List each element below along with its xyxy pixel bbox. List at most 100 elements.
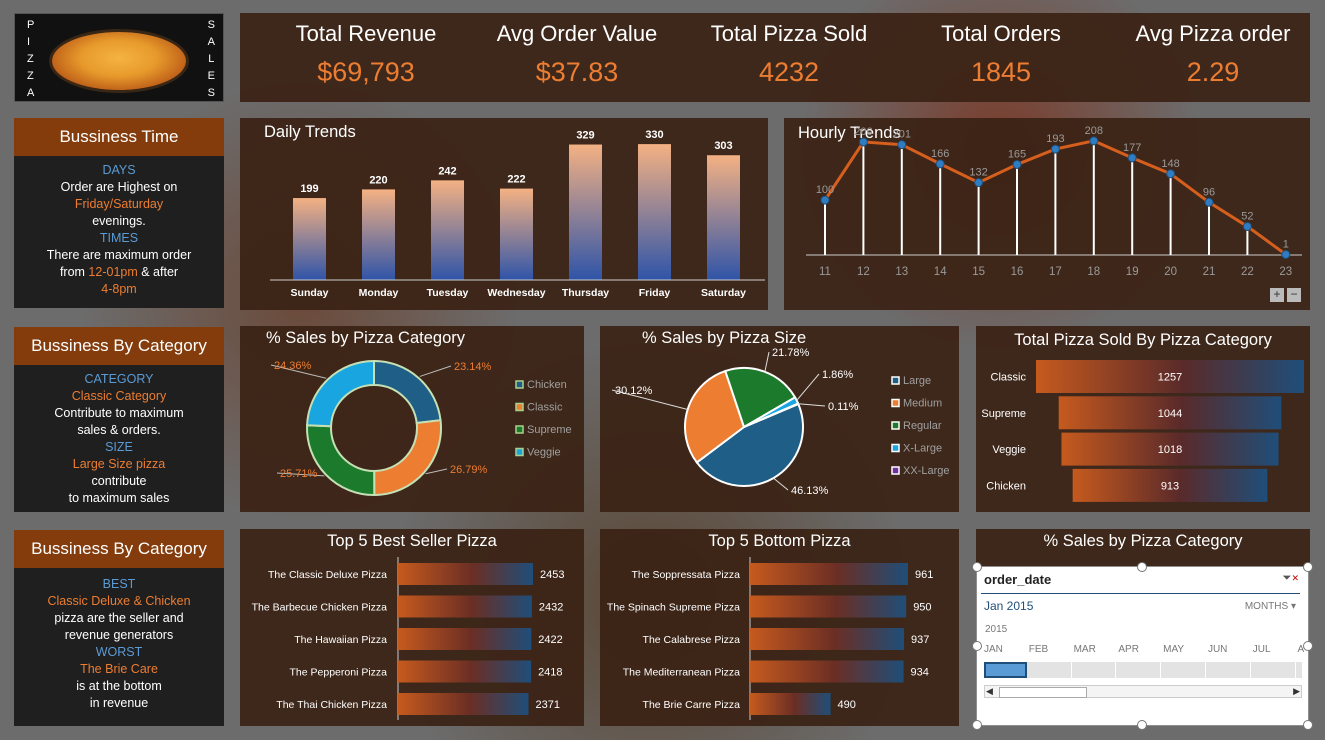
month-cell[interactable] — [1118, 662, 1162, 678]
category-total-panel[interactable]: Total Pizza Sold By Pizza Category 1257 C… — [976, 326, 1310, 512]
kpi-label: Total Orders — [941, 21, 1061, 46]
data-label: 100 — [816, 184, 834, 196]
kpi-label: Total Revenue — [295, 21, 437, 46]
y-tick-label: The Pepperoni Pizza — [290, 667, 388, 679]
brand-letter: Z — [27, 70, 34, 82]
side-body-business-time: DAYS Order are Highest on Friday/Saturda… — [14, 156, 224, 308]
top5-chart: 2453 The Classic Deluxe Pizza 2432 The Barb… — [252, 557, 564, 720]
kpi-value: 2.29 — [1186, 57, 1240, 87]
data-label: 1.86% — [822, 369, 853, 381]
pizza-bar — [398, 628, 532, 650]
size-pct-panel[interactable]: % Sales by Pizza Size 46.13% 30.12% 21.78%… — [600, 326, 959, 512]
kpi-avg-pizza-order: Avg Pizza order 2.29 — [1113, 13, 1313, 88]
clear-filter-icon[interactable]: ⏷✕ — [1283, 572, 1299, 585]
resize-handle[interactable] — [1303, 641, 1313, 651]
zoom-out-button[interactable]: − — [1287, 288, 1301, 302]
daily-trends-panel[interactable]: Daily Trends 199 Sunday 220 Monday 242 Tuesda… — [240, 118, 768, 310]
resize-handle[interactable] — [1303, 720, 1313, 730]
date-timeline-slicer[interactable]: order_date ⏷✕ Jan 2015 MONTHS ▾ 2015 JAN… — [972, 562, 1313, 730]
month-label: APR — [1118, 644, 1139, 655]
scroll-thumb[interactable] — [999, 687, 1087, 698]
resize-handle[interactable] — [1303, 562, 1313, 572]
resize-handle[interactable] — [972, 641, 982, 651]
slicer-field-name: order_date — [984, 572, 1052, 587]
pizza-bar — [750, 660, 904, 683]
month-label: JUL — [1252, 644, 1271, 655]
month-cell[interactable] — [1074, 662, 1117, 678]
hourly-point — [935, 159, 945, 169]
side-title-business-time: Bussiness Time — [14, 118, 224, 156]
kpi-strip: Total Revenue $69,793 Avg Order Value $37.… — [240, 13, 1310, 102]
timeline-scrollbar[interactable]: ◀ ▶ — [984, 685, 1302, 698]
y-tick-label: The Thai Chicken Pizza — [276, 699, 387, 711]
zoom-in-button[interactable]: + — [1270, 288, 1284, 302]
hourly-point — [1089, 136, 1099, 146]
hourly-trends-chart: 1001120612201131661413215165161931720818… — [806, 125, 1302, 278]
data-label: 208 — [1085, 125, 1103, 137]
x-tick-label: 21 — [1203, 266, 1216, 278]
resize-handle[interactable] — [972, 720, 982, 730]
insight-highlight: Classic Deluxe & Chicken — [47, 594, 191, 608]
pizza-bar — [398, 563, 533, 585]
month-cell[interactable] — [1253, 662, 1296, 678]
chevron-down-icon: ▾ — [1290, 601, 1296, 612]
time-level-dropdown[interactable]: MONTHS ▾ — [1245, 601, 1296, 612]
y-tick-label: Veggie — [992, 444, 1026, 456]
leader-line — [419, 365, 452, 377]
x-tick-label: 22 — [1241, 266, 1254, 278]
data-label: 30.12% — [615, 385, 653, 397]
hourly-point — [858, 137, 868, 147]
slicer-year: 2015 — [985, 624, 1008, 635]
pizza-image — [52, 32, 186, 90]
pizza-bar — [398, 660, 532, 683]
category-pct-panel[interactable]: % Sales by Pizza Category 23.14% 26.79% 25… — [240, 326, 584, 512]
insight-text: contribute — [91, 474, 147, 488]
resize-handle[interactable] — [972, 562, 982, 572]
month-cell[interactable] — [1208, 662, 1251, 678]
side-title-best-worst: Bussiness By Category — [14, 530, 224, 568]
brand-letter: S — [207, 19, 215, 31]
resize-handle[interactable] — [1137, 720, 1147, 730]
top5-panel[interactable]: Top 5 Best Seller Pizza 2453 The Classic … — [240, 529, 584, 726]
resize-handle[interactable] — [1137, 562, 1147, 572]
insight-text: is at the bottom — [76, 679, 162, 693]
size-heading: SIZE — [105, 440, 133, 454]
x-tick-label: 23 — [1279, 266, 1292, 278]
data-label: 24.36% — [274, 360, 312, 372]
legend-label: XX-Large — [903, 465, 949, 477]
kpi-label: Avg Order Value — [496, 21, 658, 46]
data-label: 1018 — [1158, 444, 1182, 456]
category-donut-chart: 23.14% 26.79% 25.71% 24.36% Chicken Classic Su… — [270, 359, 572, 497]
scroll-right-arrow[interactable]: ▶ — [1293, 686, 1300, 697]
legend-swatch — [515, 425, 524, 434]
month-cell[interactable] — [1163, 662, 1206, 678]
brand-letter: S — [207, 87, 215, 99]
month-labels: JAN FEB MAR APR MAY JUN JUL A — [984, 644, 1304, 658]
month-cell-selected[interactable] — [984, 662, 1027, 678]
data-label: 23.14% — [454, 361, 492, 373]
x-tick-label: 19 — [1126, 266, 1139, 278]
hourly-trends-panel[interactable]: Hourly Trends 100 11 206 12 201 13 166 14 132 15 1… — [784, 118, 1310, 310]
data-label: 148 — [1161, 158, 1179, 170]
brand-letter: A — [27, 87, 35, 99]
worst-heading: WORST — [95, 645, 143, 659]
data-label: 166 — [931, 148, 949, 160]
insight-text: Contribute to maximum — [54, 406, 184, 420]
month-timeline-bar[interactable] — [984, 662, 1302, 678]
y-tick-label: The Hawaiian Pizza — [294, 634, 387, 646]
month-cell[interactable] — [1029, 662, 1072, 678]
slicer-panel: % Sales by Pizza Category — [976, 529, 1310, 566]
pizza-bar — [398, 693, 529, 715]
legend-label: Veggie — [527, 447, 561, 459]
y-tick-label: The Brie Carre Pizza — [643, 699, 741, 711]
data-label: 950 — [913, 602, 931, 614]
daily-bar — [707, 155, 740, 280]
insight-text: in revenue — [89, 696, 149, 710]
y-tick-label: The Soppressata Pizza — [631, 569, 740, 581]
bottom5-panel[interactable]: Top 5 Bottom Pizza 961 The Soppressata Pi… — [600, 529, 959, 726]
kpi-value: 1845 — [970, 57, 1032, 87]
scroll-left-arrow[interactable]: ◀ — [986, 686, 993, 697]
x-tick-label: 15 — [972, 266, 985, 278]
x-tick-label: 18 — [1087, 266, 1100, 278]
side-body-category: CATEGORY Classic Category Contribute to … — [14, 365, 224, 512]
